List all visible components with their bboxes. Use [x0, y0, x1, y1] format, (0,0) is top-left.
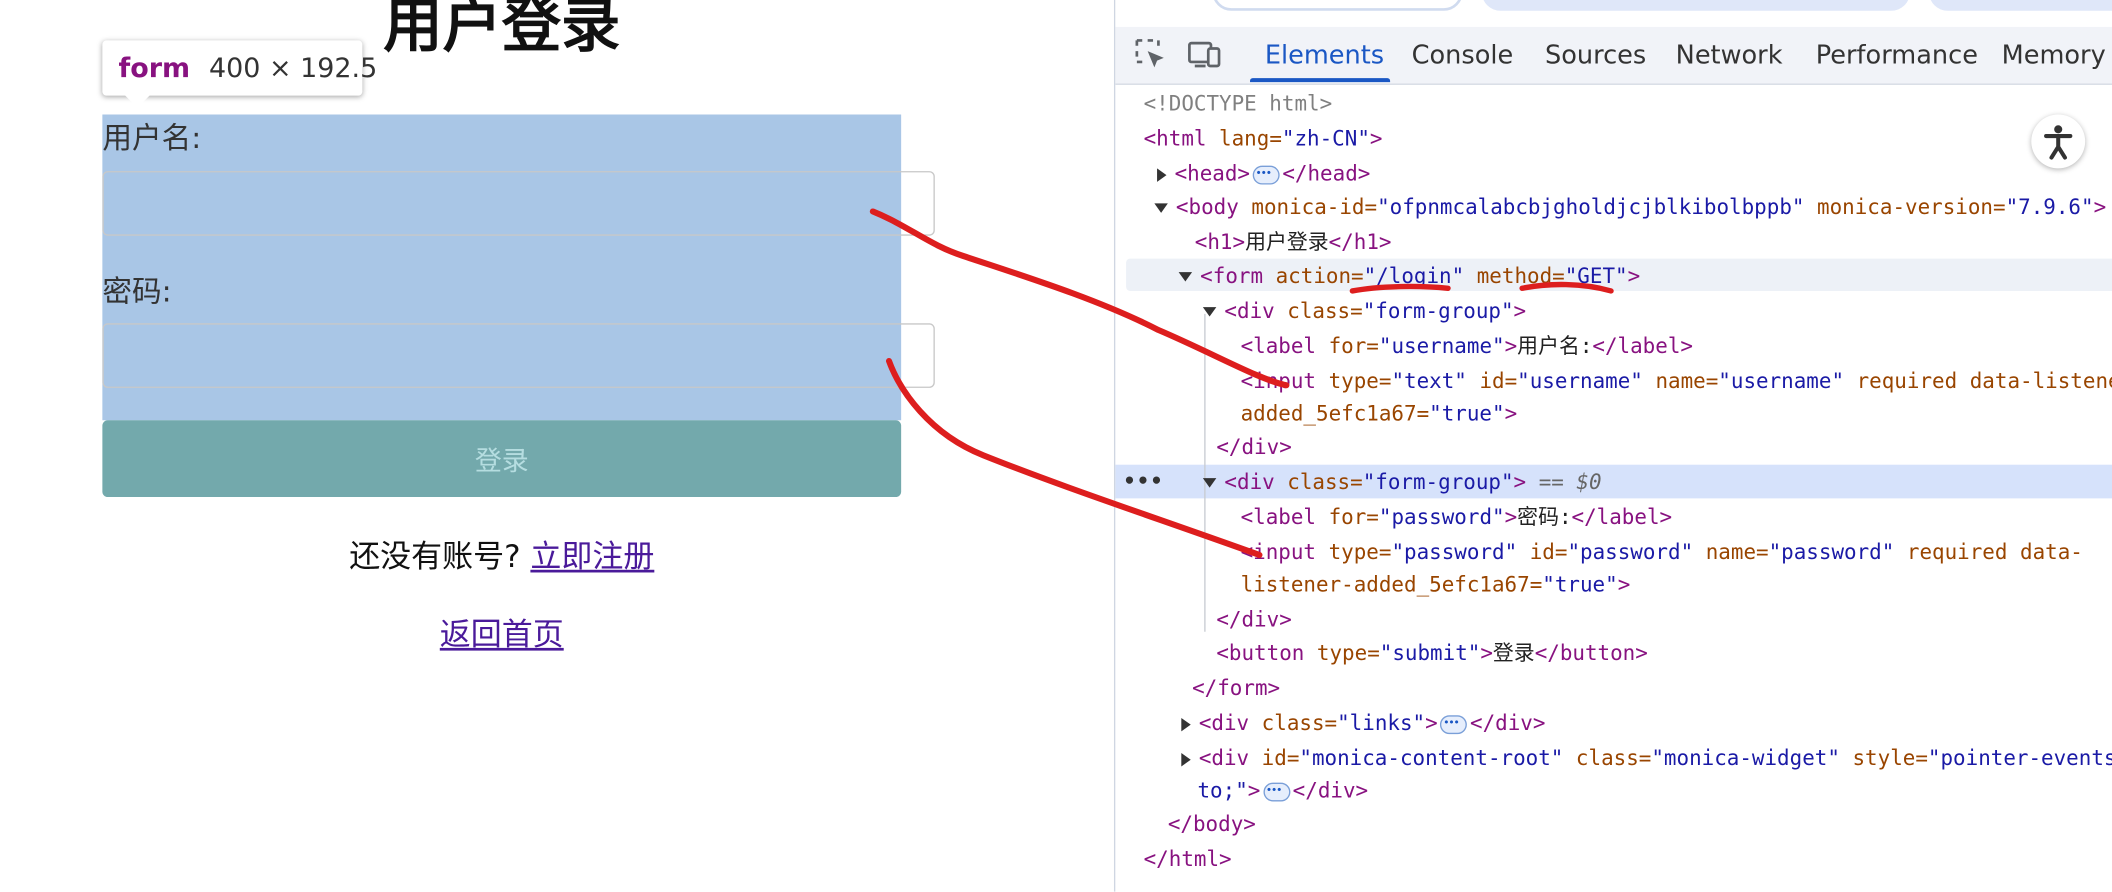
home-link[interactable]: 返回首页 — [440, 618, 564, 653]
tree-node-form[interactable]: <form action="/login" method="GET"> — [1178, 260, 1640, 294]
tree-node-head[interactable]: <head></head> — [1157, 156, 1370, 192]
inspect-element-icon[interactable] — [1131, 35, 1169, 73]
register-prompt: 还没有账号? — [349, 540, 531, 576]
collapse-arrow-icon — [1154, 203, 1168, 213]
username-label: 用户名: — [102, 122, 202, 157]
tree-node-button[interactable]: <button type="submit">登录</button> — [1216, 637, 1648, 671]
tree-node-label-password[interactable]: <label for="password">密码:</label> — [1241, 501, 1673, 535]
rendered-page: 用户登录 用户名: 密码: 登录 还没有账号? 立即注册 返回首页 form 40… — [0, 0, 1114, 892]
tooltip-dimensions: 400 × 192.5 — [208, 51, 378, 84]
tab-console[interactable]: Console — [1412, 38, 1514, 73]
inspect-tooltip: form 400 × 192.5 — [102, 40, 377, 108]
username-input[interactable] — [102, 171, 935, 236]
expand-arrow-icon — [1157, 167, 1167, 182]
tree-node-doctype[interactable]: <!DOCTYPE html> — [1144, 88, 1333, 122]
devtools-panel: Elements Console Sources Network Perform… — [1113, 0, 2112, 892]
tree-node-form-close[interactable]: </form> — [1192, 672, 1280, 706]
expand-arrow-icon — [1181, 752, 1191, 766]
tab-performance[interactable]: Performance — [1816, 38, 1978, 73]
collapsed-ellipsis-icon — [1440, 705, 1468, 739]
accessibility-button[interactable] — [2031, 114, 2086, 169]
tree-node-body-close[interactable]: </body> — [1168, 808, 1256, 842]
expand-arrow-icon — [1181, 717, 1191, 731]
collapsed-ellipsis-icon — [1252, 156, 1280, 189]
tab-memory[interactable]: Memory — [2002, 38, 2106, 73]
tree-node-monica-root[interactable]: <div id="monica-content-root" class="mon… — [1181, 742, 2112, 776]
tree-node-input-password[interactable]: <input type="password" id="password" nam… — [1241, 536, 2083, 570]
tree-node-input-username-cont: added_5efc1a67="true"> — [1240, 401, 1518, 426]
password-input[interactable] — [102, 323, 935, 388]
tree-node-html[interactable]: <html lang="zh-CN"> — [1144, 123, 1383, 157]
register-link[interactable]: 立即注册 — [530, 540, 654, 575]
home-line: 返回首页 — [0, 614, 1004, 657]
row-more-icon[interactable]: ••• — [1123, 465, 1164, 499]
device-toolbar-icon[interactable] — [1185, 35, 1223, 73]
register-line: 还没有账号? 立即注册 — [0, 536, 1004, 579]
tree-node-form-group-selected[interactable]: <div class="form-group"> == $0 — [1202, 466, 1602, 500]
collapsed-ellipsis-icon — [1263, 773, 1290, 806]
tree-node-div-close[interactable]: </div> — [1216, 603, 1291, 637]
browser-tab[interactable] — [1928, 0, 2112, 11]
tree-node-h1[interactable]: <h1>用户登录</h1> — [1195, 226, 1392, 260]
tree-node-monica-root-cont: to;"></div> — [1197, 773, 1368, 809]
accessibility-icon — [2044, 125, 2073, 160]
password-label: 密码: — [102, 276, 172, 310]
tab-elements[interactable]: Elements — [1265, 38, 1384, 73]
tab-sources[interactable]: Sources — [1545, 38, 1646, 73]
tree-node-input-username[interactable]: <input type="text" id="username" name="u… — [1241, 365, 2112, 399]
tree-node-div-close[interactable]: </div> — [1216, 431, 1291, 465]
collapse-arrow-icon — [1178, 272, 1193, 282]
tooltip-tag: form — [118, 51, 191, 84]
collapse-arrow-icon — [1202, 478, 1217, 488]
elements-tree: ••• <!DOCTYPE html> <html lang="zh-CN"> … — [1115, 86, 2112, 892]
tree-node-links[interactable]: <div class="links"></div> — [1181, 705, 1545, 741]
tree-node-input-password-cont: listener-added_5efc1a67="true"> — [1240, 572, 1631, 597]
tab-network[interactable]: Network — [1676, 38, 1783, 73]
active-tab-indicator — [1250, 78, 1391, 83]
tooltip-arrow — [123, 94, 151, 108]
tree-node-html-close[interactable]: </html> — [1144, 843, 1232, 877]
browser-tab-strip — [1115, 0, 2112, 27]
collapse-arrow-icon — [1202, 307, 1217, 317]
devtools-toolbar: Elements Console Sources Network Perform… — [1115, 26, 2112, 85]
browser-tab[interactable] — [1481, 0, 1911, 11]
tree-node-label-username[interactable]: <label for="username">用户名:</label> — [1241, 330, 1693, 364]
tree-node-form-group[interactable]: <div class="form-group"> — [1202, 295, 1526, 329]
tree-node-body[interactable]: <body monica-id="ofpnmcalabcbjgholdjcjbl… — [1154, 191, 2106, 225]
browser-tab[interactable] — [1212, 0, 1463, 11]
login-button[interactable]: 登录 — [102, 420, 902, 498]
